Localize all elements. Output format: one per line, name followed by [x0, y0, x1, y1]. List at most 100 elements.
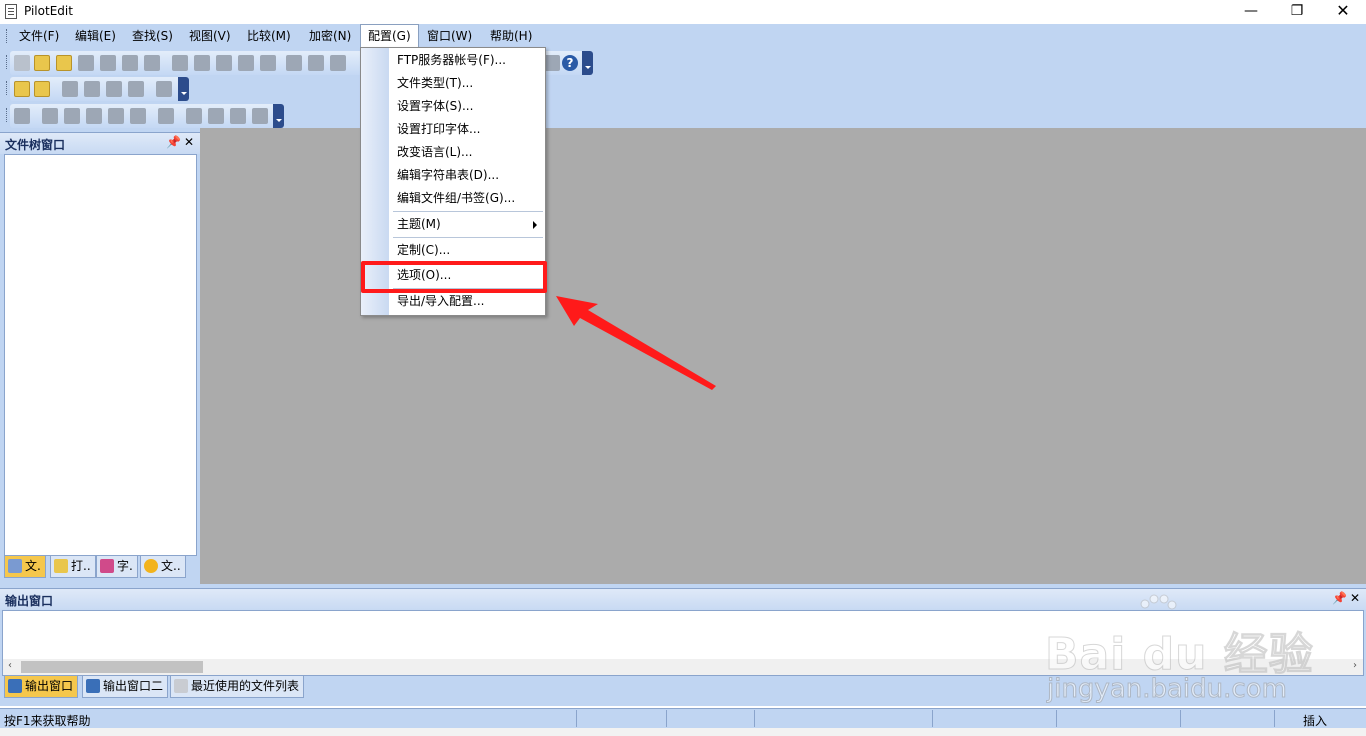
menu-help[interactable]: 帮助(H) [483, 24, 539, 48]
status-divider [576, 710, 577, 727]
restore-button[interactable]: ❐ [1274, 0, 1320, 24]
lock-icon[interactable] [156, 81, 172, 97]
sort-az-icon[interactable] [86, 108, 102, 124]
tab-favorites[interactable]: 文.. [140, 556, 186, 578]
tab-favorites-label: 文.. [161, 559, 181, 573]
bookmark-icon[interactable] [62, 81, 78, 97]
tab-open-files[interactable]: 打.. [50, 556, 96, 578]
close-icon[interactable]: ✕ [184, 135, 194, 149]
pin-icon[interactable]: 📌 [166, 135, 181, 149]
minimize-button[interactable]: — [1228, 0, 1274, 24]
menu-file[interactable]: 文件(F) [12, 24, 66, 48]
app-icon [5, 4, 17, 19]
column-icon[interactable] [544, 55, 560, 71]
gear-icon[interactable] [64, 108, 80, 124]
tab-output[interactable]: 输出窗口 [4, 676, 79, 698]
cut-icon[interactable] [216, 55, 232, 71]
run-icon[interactable] [34, 81, 50, 97]
bookmark-prev-icon[interactable] [106, 81, 122, 97]
tab-recent-files[interactable]: 最近使用的文件列表 [170, 676, 305, 698]
toolbar1-grip[interactable] [6, 55, 9, 69]
menu-edit[interactable]: 编辑(E) [68, 24, 123, 48]
menu-compare[interactable]: 比较(M) [240, 24, 298, 48]
tab-file-tree[interactable]: 文. [4, 556, 46, 578]
open-file-icon[interactable] [34, 55, 50, 71]
close-file-icon[interactable] [122, 55, 138, 71]
menu-item-customize[interactable]: 定制(C)... [389, 239, 545, 262]
file-tree-body[interactable] [4, 154, 197, 556]
file-tree-tabs: 文. 打.. 字. 文.. [4, 556, 197, 580]
toolbar3-overflow-button[interactable] [273, 104, 284, 128]
menu-view[interactable]: 视图(V) [182, 24, 238, 48]
tree-icon [8, 559, 22, 573]
hex-icon[interactable] [330, 55, 346, 71]
watermark-brand: Bai du 经验 [1045, 629, 1314, 681]
menubar-grip[interactable] [6, 29, 9, 43]
copy-icon[interactable] [238, 55, 254, 71]
toolbar1-overflow-button[interactable] [582, 51, 593, 75]
scroll-thumb[interactable] [21, 661, 203, 673]
toolbar3-grip[interactable] [6, 108, 9, 122]
help-icon[interactable]: ? [562, 55, 578, 71]
menu-item-ftp-accounts[interactable]: FTP服务器帐号(F)... [389, 49, 545, 72]
indent-icon[interactable] [14, 108, 30, 124]
status-divider [754, 710, 755, 727]
file-tree-header: 文件树窗口 📌 ✕ [0, 132, 200, 154]
output-icon [86, 679, 100, 693]
menu-separator [393, 211, 543, 212]
tab-output-2-label: 输出窗口二 [103, 679, 164, 693]
edit-toolbar [10, 77, 189, 101]
close-all-icon[interactable] [144, 55, 160, 71]
menu-find[interactable]: 查找(S) [125, 24, 180, 48]
watermark-url: jingyan.baidu.com [1047, 674, 1288, 705]
camera-icon[interactable] [158, 108, 174, 124]
tab-strings[interactable]: 字. [96, 556, 138, 578]
settings-icon[interactable] [42, 108, 58, 124]
menu-bar: 文件(F) 编辑(E) 查找(S) 视图(V) 比较(M) 加密(N) 配置(G… [0, 24, 1366, 48]
tab-output-2[interactable]: 输出窗口二 [82, 676, 169, 698]
minus-icon[interactable] [230, 108, 246, 124]
undo-icon[interactable] [172, 55, 188, 71]
menu-item-set-font[interactable]: 设置字体(S)... [389, 95, 545, 118]
toolbar2-overflow-button[interactable] [178, 77, 189, 101]
menu-item-file-types[interactable]: 文件类型(T)... [389, 72, 545, 95]
save-all-icon[interactable] [78, 55, 94, 71]
menu-item-change-language[interactable]: 改变语言(L)... [389, 141, 545, 164]
save-as-icon[interactable] [100, 55, 116, 71]
move-up-icon[interactable] [108, 108, 124, 124]
strings-icon [100, 559, 114, 573]
menu-item-theme[interactable]: 主题(M) [389, 213, 545, 236]
menu-config[interactable]: 配置(G) [360, 24, 419, 48]
window-title: PilotEdit [24, 4, 73, 18]
watermark: Bai du 经验 jingyan.baidu.com [1045, 594, 1355, 705]
tab-open-files-label: 打.. [71, 559, 91, 573]
menu-item-export-import[interactable]: 导出/导入配置... [389, 290, 545, 313]
new-file-icon[interactable] [14, 55, 30, 71]
scroll-left-icon[interactable]: ‹ [8, 660, 12, 671]
expand-icon[interactable] [186, 108, 202, 124]
bookmark-clear-icon[interactable] [128, 81, 144, 97]
window-icon[interactable] [252, 108, 268, 124]
find-icon[interactable] [286, 55, 302, 71]
menu-item-print-font[interactable]: 设置打印字体... [389, 118, 545, 141]
redo-icon[interactable] [194, 55, 210, 71]
highlight-box [361, 261, 547, 293]
close-window-button[interactable]: ✕ [1320, 0, 1366, 24]
replace-icon[interactable] [308, 55, 324, 71]
tab-strings-label: 字. [117, 559, 133, 573]
list-icon[interactable] [130, 108, 146, 124]
compile-icon[interactable] [14, 81, 30, 97]
output-icon [8, 679, 22, 693]
save-icon[interactable] [56, 55, 72, 71]
menu-item-edit-file-groups[interactable]: 编辑文件组/书签(G)... [389, 187, 545, 210]
file-tree-pane: 文件树窗口 📌 ✕ 文. 打.. 字. 文.. [0, 128, 200, 584]
plus-icon[interactable] [208, 108, 224, 124]
menu-window[interactable]: 窗口(W) [420, 24, 479, 48]
toolbar2-grip[interactable] [6, 81, 9, 95]
folder-icon [54, 559, 68, 573]
menu-item-edit-string-table[interactable]: 编辑字符串表(D)... [389, 164, 545, 187]
menu-encrypt[interactable]: 加密(N) [302, 24, 358, 48]
recent-files-icon [174, 679, 188, 693]
paste-icon[interactable] [260, 55, 276, 71]
bookmark-next-icon[interactable] [84, 81, 100, 97]
